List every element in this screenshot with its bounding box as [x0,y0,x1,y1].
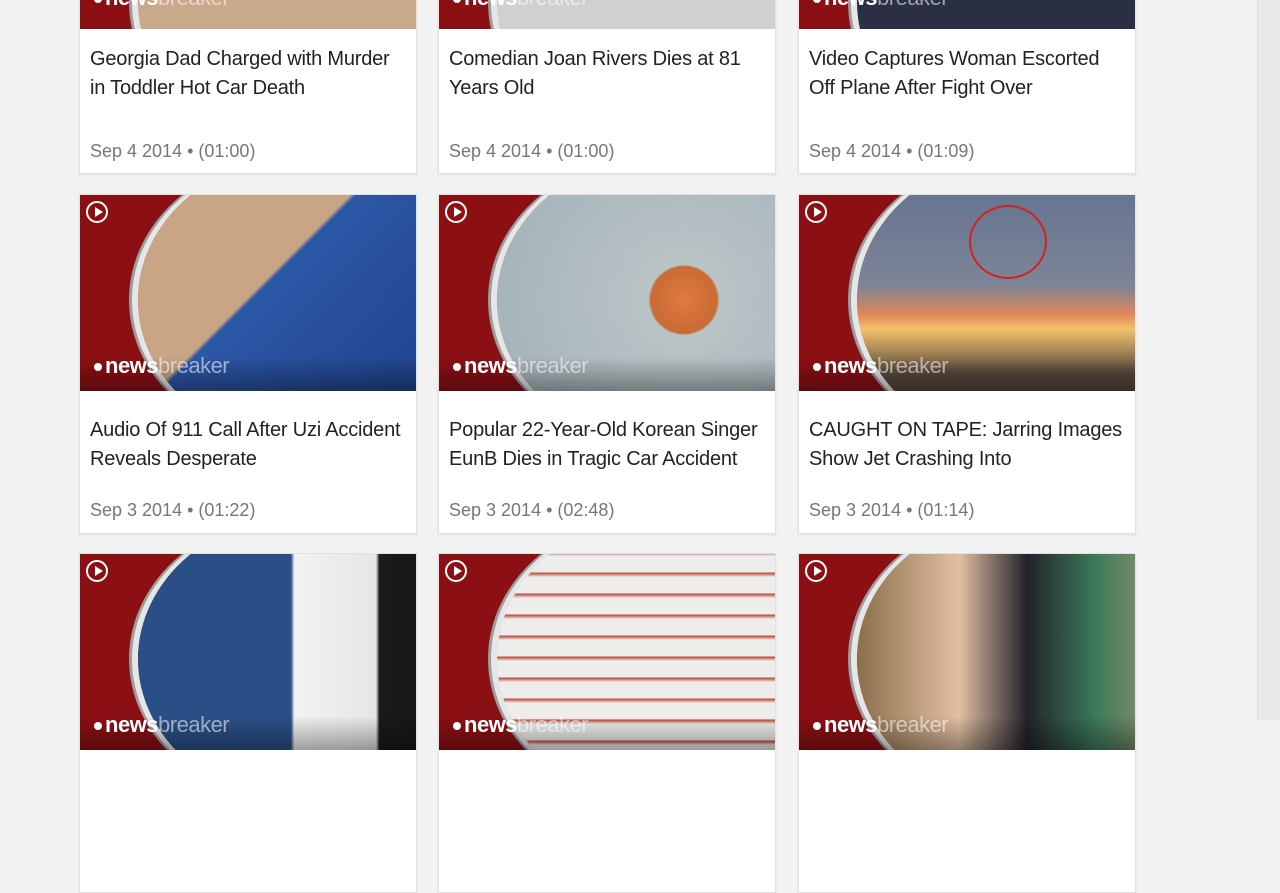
video-title[interactable]: Video Captures Woman Escorted Off Plane … [809,45,1127,103]
video-card[interactable]: newsbreaker Popular 22-Year-Old Korean S… [438,194,776,534]
play-circle-icon[interactable] [86,201,108,223]
play-circle-icon[interactable] [445,201,467,223]
play-circle-icon[interactable] [805,560,827,582]
video-meta: Sep 4 2014 • (01:00) [90,141,256,161]
video-date: Sep 3 2014 [809,500,902,520]
video-card[interactable]: newsbreaker Comedian Joan Rivers Dies at… [438,0,776,174]
vertical-scrollbar[interactable] [1257,0,1280,720]
newsbreaker-logo: newsbreaker [813,0,949,9]
video-title[interactable]: Comedian Joan Rivers Dies at 81 Years Ol… [449,45,767,103]
video-card[interactable]: newsbreaker [438,553,776,893]
newsbreaker-logo: newsbreaker [94,0,230,9]
play-circle-icon[interactable] [805,201,827,223]
video-thumbnail[interactable]: newsbreaker [439,554,775,750]
highlight-circle [969,205,1047,279]
newsbreaker-logo: newsbreaker [813,355,949,377]
video-thumbnail[interactable]: newsbreaker [799,0,1135,29]
video-thumbnail[interactable]: newsbreaker [80,0,416,29]
video-title[interactable]: Georgia Dad Charged with Murder in Toddl… [90,45,408,103]
video-duration: (01:22) [198,500,256,520]
video-thumbnail[interactable]: newsbreaker [799,195,1135,391]
newsbreaker-logo: newsbreaker [453,714,589,736]
video-thumbnail[interactable]: newsbreaker [80,554,416,750]
video-thumbnail[interactable]: newsbreaker [439,0,775,29]
video-date: Sep 4 2014 [809,141,902,161]
video-thumbnail[interactable]: newsbreaker [799,554,1135,750]
newsbreaker-logo: newsbreaker [453,355,589,377]
play-circle-icon[interactable] [445,560,467,582]
video-card[interactable]: newsbreaker Audio Of 911 Call After Uzi … [79,194,417,534]
video-date: Sep 4 2014 [90,141,183,161]
video-card[interactable]: newsbreaker CAUGHT ON TAPE: Jarring Imag… [798,194,1136,534]
video-card[interactable]: newsbreaker Georgia Dad Charged with Mur… [79,0,417,174]
video-meta: Sep 3 2014 • (01:14) [809,500,975,520]
newsbreaker-logo: newsbreaker [453,0,589,9]
video-title[interactable]: Popular 22-Year-Old Korean Singer EunB D… [449,416,767,474]
video-date: Sep 3 2014 [449,500,542,520]
video-thumbnail[interactable]: newsbreaker [80,195,416,391]
newsbreaker-logo: newsbreaker [94,355,230,377]
newsbreaker-logo: newsbreaker [813,714,949,736]
video-duration: (01:14) [917,500,975,520]
newsbreaker-logo: newsbreaker [94,714,230,736]
video-title[interactable]: CAUGHT ON TAPE: Jarring Images Show Jet … [809,416,1127,474]
video-date: Sep 3 2014 [90,500,183,520]
video-card[interactable]: newsbreaker Video Captures Woman Escorte… [798,0,1136,174]
video-card[interactable]: newsbreaker [79,553,417,893]
video-meta: Sep 3 2014 • (02:48) [449,500,615,520]
video-title[interactable]: Audio Of 911 Call After Uzi Accident Rev… [90,416,408,474]
video-meta: Sep 4 2014 • (01:00) [449,141,615,161]
video-duration: (01:00) [198,141,256,161]
video-duration: (02:48) [557,500,615,520]
video-duration: (01:09) [917,141,975,161]
video-meta: Sep 3 2014 • (01:22) [90,500,256,520]
video-thumbnail[interactable]: newsbreaker [439,195,775,391]
video-card[interactable]: newsbreaker [798,553,1136,893]
video-duration: (01:00) [557,141,615,161]
video-meta: Sep 4 2014 • (01:09) [809,141,975,161]
video-date: Sep 4 2014 [449,141,542,161]
play-circle-icon[interactable] [86,560,108,582]
